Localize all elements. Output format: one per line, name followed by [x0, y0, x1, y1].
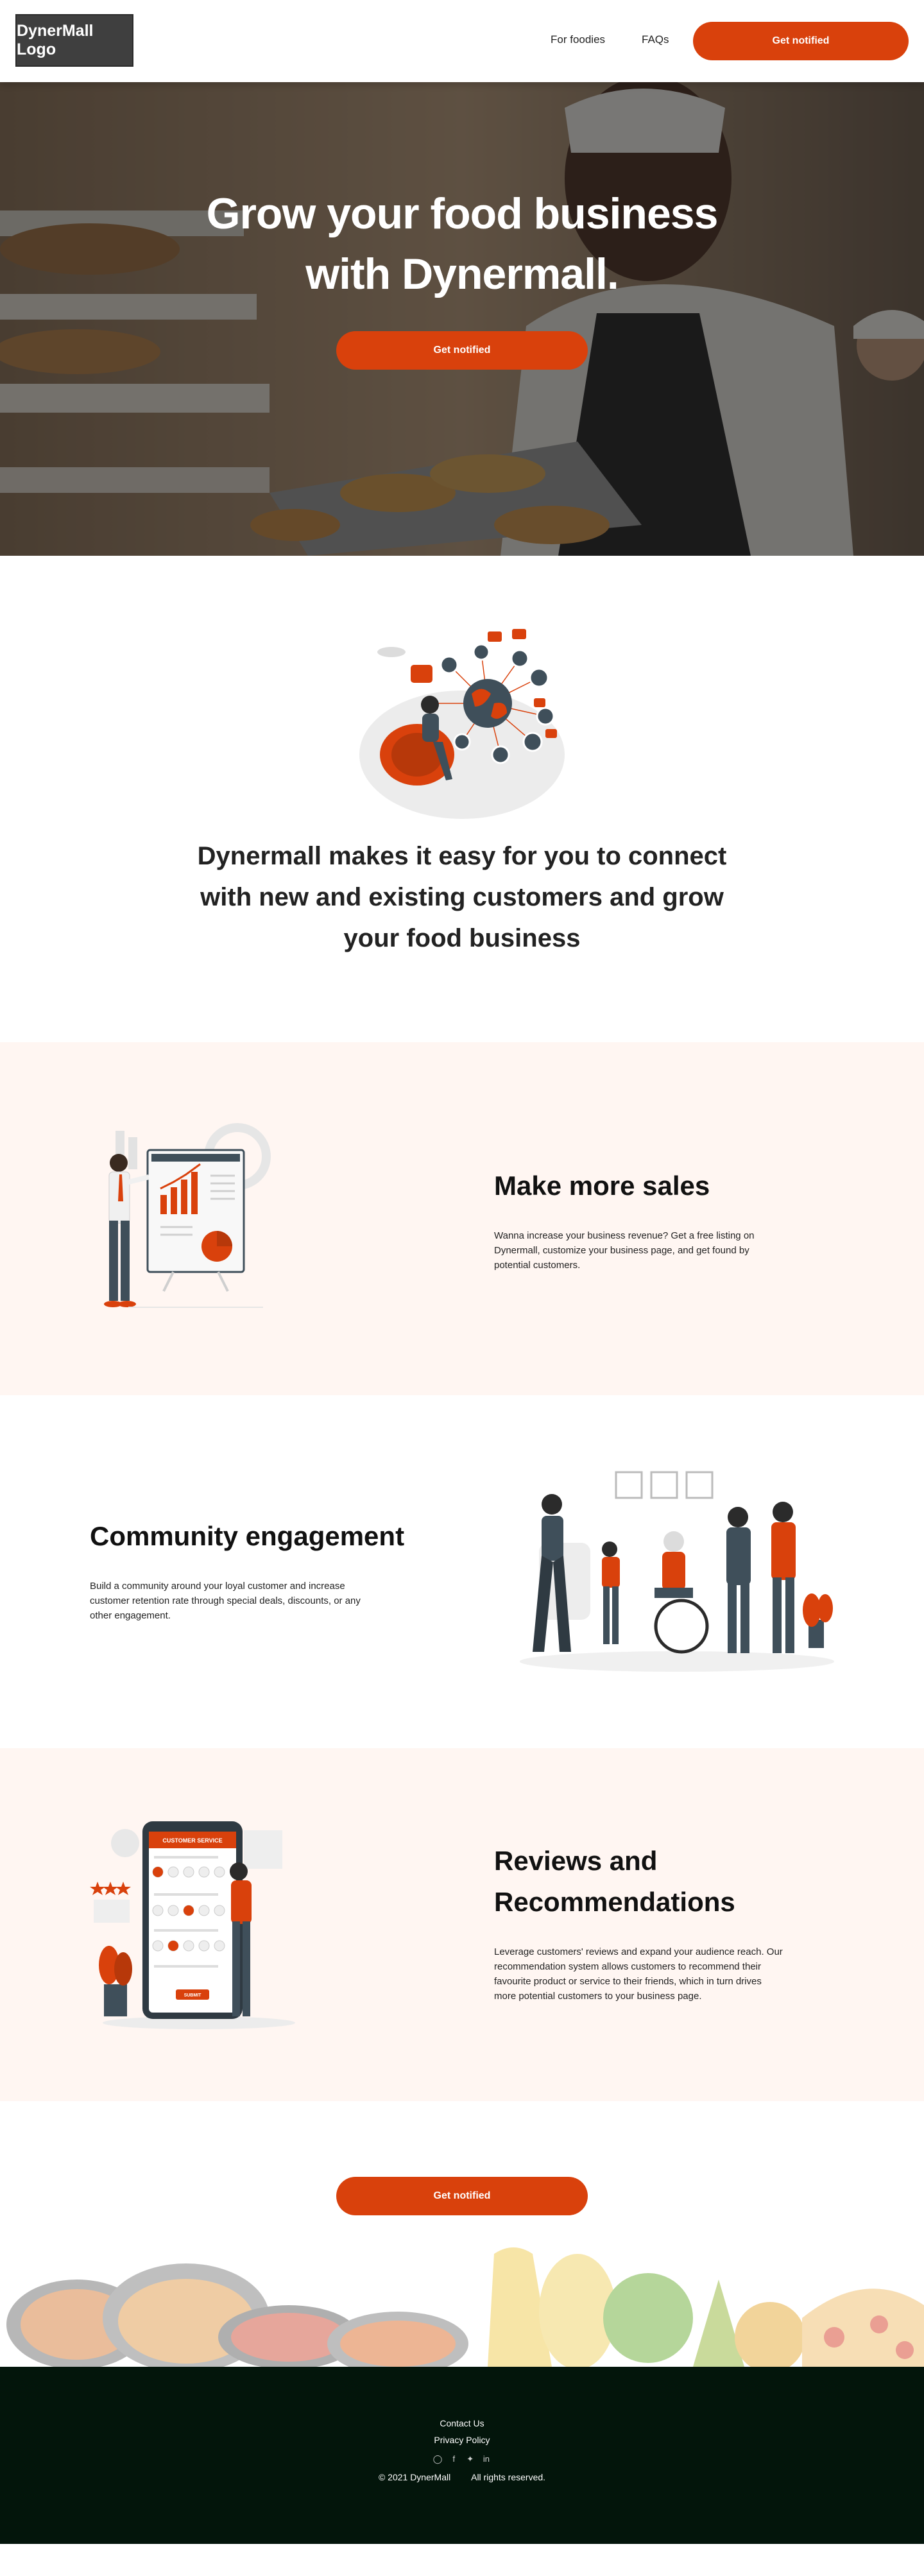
intro-text: Dynermall makes it easy for you to conne… — [197, 842, 727, 952]
feature-title-community: Community engagement — [90, 1521, 405, 1551]
reviews-phone-illustration: CUSTOMER SERVICE SUBMIT — [90, 1821, 295, 2029]
feature-community-engagement: Community engagement Build a community a… — [0, 1395, 924, 1748]
sales-presentation-illustration — [104, 1123, 271, 1308]
feature-body-sales: Wanna increase your business revenue? Ge… — [494, 1230, 755, 1271]
feature-title-reviews: Reviews and Recommendations — [494, 1846, 735, 1917]
network-illustration — [359, 629, 565, 819]
twitter-icon[interactable]: ✦ — [465, 2454, 475, 2464]
nav-link-faqs[interactable]: FAQs — [642, 33, 669, 46]
nav-get-notified-button[interactable]: Get notified — [693, 22, 909, 60]
phone-header-text: CUSTOMER SERVICE — [162, 1837, 222, 1844]
hero-section: Grow your food business with Dynermall. … — [0, 82, 924, 556]
hero-title: Grow your food business with Dynermall. — [0, 184, 924, 304]
instagram-icon[interactable]: ◯ — [432, 2454, 443, 2464]
social-icons: ◯ f ✦ in — [432, 2454, 492, 2464]
facebook-icon[interactable]: f — [449, 2454, 459, 2464]
footer-copyright: © 2021 DynerMall All rights reserved. — [0, 2472, 924, 2482]
footer-privacy-link[interactable]: Privacy Policy — [0, 2435, 924, 2445]
feature-body-community: Build a community around your loyal cust… — [90, 1581, 361, 1621]
food-illustration — [6, 2247, 924, 2367]
feature-make-more-sales: Make more sales Wanna increase your busi… — [0, 1042, 924, 1395]
logo[interactable]: DynerMall Logo — [15, 14, 133, 67]
food-banner — [0, 2241, 924, 2367]
feature-body-reviews: Leverage customers' reviews and expand y… — [494, 1946, 783, 2002]
hero-title-line-1: Grow your food business — [206, 189, 719, 238]
community-illustration — [520, 1471, 834, 1672]
nav-link-for-foodies[interactable]: For foodies — [551, 33, 605, 46]
linkedin-icon[interactable]: in — [481, 2454, 492, 2464]
hero-get-notified-button[interactable]: Get notified — [336, 331, 588, 370]
intro-section: Dynermall makes it easy for you to conne… — [0, 556, 924, 1042]
rights-text: All rights reserved. — [471, 2472, 546, 2482]
copyright-text: © 2021 DynerMall — [378, 2472, 451, 2482]
hero-title-line-2: with Dynermall. — [305, 250, 619, 298]
bottom-get-notified-button[interactable]: Get notified — [336, 2177, 588, 2215]
feature-reviews-recommendations: CUSTOMER SERVICE SUBMIT Reviews and Reco… — [0, 1748, 924, 2101]
top-nav: DynerMall Logo For foodies FAQs Get noti… — [0, 0, 924, 82]
cta-section: Get notified — [0, 2101, 924, 2241]
footer-contact-link[interactable]: Contact Us — [0, 2418, 924, 2428]
feature-title-sales: Make more sales — [494, 1171, 710, 1201]
phone-submit-text: SUBMIT — [184, 1993, 202, 1998]
footer: Contact Us Privacy Policy ◯ f ✦ in © 202… — [0, 2367, 924, 2544]
hero-dark-overlay — [0, 82, 924, 556]
